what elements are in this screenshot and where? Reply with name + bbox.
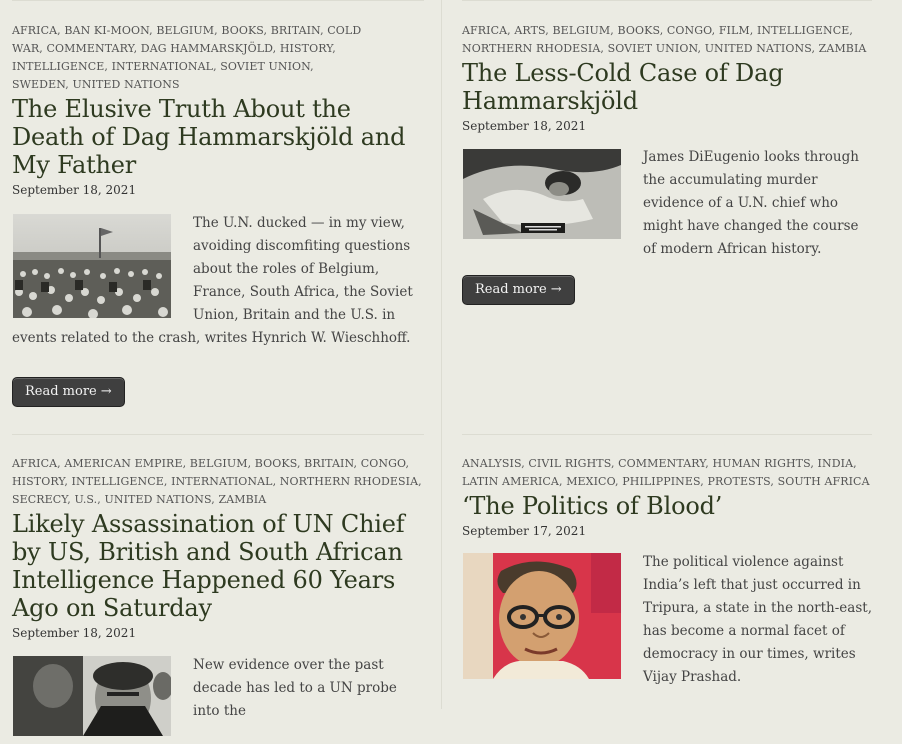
tag-link[interactable]: Books — [221, 24, 263, 37]
tag-link[interactable]: Zambia — [819, 42, 867, 55]
tag-link[interactable]: India — [818, 457, 854, 470]
article-excerpt-block: James DiEugenio looks through the accumu… — [462, 146, 872, 261]
tag-link[interactable]: Ban Ki-moon — [64, 24, 149, 37]
portrait-photo-icon — [13, 656, 173, 736]
read-more-button[interactable]: Read more → — [462, 275, 575, 305]
article-card: Africa, Arts, Belgium, Books, Congo, Fil… — [462, 22, 872, 305]
article-date: September 18, 2021 — [12, 626, 137, 640]
article-excerpt: James DiEugenio looks through the accumu… — [643, 149, 859, 257]
article-date: September 18, 2021 — [12, 183, 137, 197]
article-title[interactable]: Likely Assassination of UN Chief by US, … — [12, 510, 412, 622]
tag-link[interactable]: Human Rights — [712, 457, 810, 470]
painted-portrait-icon — [463, 553, 621, 679]
tag-link[interactable]: Britain — [271, 24, 320, 37]
crowd-photo-icon — [13, 214, 171, 319]
tag-link[interactable]: Analysis — [462, 457, 521, 470]
article-excerpt-block: New evidence over the past decade has le… — [12, 654, 424, 736]
divider — [12, 0, 424, 1]
divider — [462, 434, 872, 435]
tag-link[interactable]: Arts — [514, 24, 545, 37]
tag-link[interactable]: Commentary — [618, 457, 705, 470]
tag-link[interactable]: American Empire — [64, 457, 182, 470]
article-date: September 17, 2021 — [462, 524, 587, 538]
tag-link[interactable]: Intelligence — [72, 475, 164, 488]
tag-link[interactable]: International — [171, 475, 272, 488]
article-excerpt: The political violence against India’s l… — [643, 554, 872, 685]
divider — [12, 434, 424, 435]
tag-link[interactable]: Intelligence — [757, 24, 849, 37]
arrow-right-icon: → — [100, 384, 112, 399]
tag-list: Analysis, Civil Rights, Commentary, Huma… — [462, 457, 870, 488]
article-title[interactable]: The Less-Cold Case of Dag Hammarskjöld — [462, 59, 792, 115]
tag-link[interactable]: United Nations — [104, 493, 211, 506]
tag-list: Africa, Arts, Belgium, Books, Congo, Fil… — [462, 24, 867, 55]
tag-link[interactable]: Protests — [708, 475, 771, 488]
tag-link[interactable]: Belgium — [190, 457, 248, 470]
article-date: September 18, 2021 — [462, 119, 587, 133]
article-excerpt-block: The political violence against India’s l… — [462, 551, 872, 689]
read-more-label: Read more — [475, 282, 547, 297]
tag-list: Africa, American Empire, Belgium, Books,… — [12, 457, 422, 506]
tag-link[interactable]: Belgium — [553, 24, 611, 37]
article-card: Africa, American Empire, Belgium, Books,… — [12, 455, 424, 742]
tag-link[interactable]: South Africa — [778, 475, 870, 488]
article-excerpt: New evidence over the past decade has le… — [193, 657, 397, 719]
tag-link[interactable]: Philippines — [622, 475, 700, 488]
tag-link[interactable]: Sweden — [12, 78, 65, 91]
tag-link[interactable]: Africa — [12, 24, 57, 37]
article-thumbnail[interactable] — [13, 214, 171, 319]
tag-link[interactable]: History — [12, 475, 64, 488]
tag-link[interactable]: Africa — [462, 24, 507, 37]
tag-link[interactable]: Zambia — [218, 493, 266, 506]
tag-link[interactable]: Books — [618, 24, 660, 37]
film-still-icon — [463, 149, 621, 239]
tag-link[interactable]: Intelligence — [12, 60, 104, 73]
tag-link[interactable]: Books — [255, 457, 297, 470]
tag-link[interactable]: Secrecy — [12, 493, 67, 506]
tag-link[interactable]: Congo — [361, 457, 406, 470]
article-title[interactable]: The Elusive Truth About the Death of Dag… — [12, 95, 424, 179]
read-more-label: Read more — [25, 384, 97, 399]
article-thumbnail[interactable] — [463, 553, 621, 679]
arrow-right-icon: → — [550, 282, 562, 297]
read-more-button[interactable]: Read more → — [12, 377, 125, 407]
tag-list: Africa, Ban Ki-moon, Belgium, Books, Bri… — [12, 24, 362, 91]
tag-link[interactable]: U.S. — [74, 493, 97, 506]
tag-link[interactable]: Soviet Union — [220, 60, 310, 73]
tag-link[interactable]: Soviet Union — [608, 42, 698, 55]
article-thumbnail[interactable] — [13, 656, 173, 736]
tag-link[interactable]: International — [112, 60, 213, 73]
tag-link[interactable]: Africa — [12, 457, 57, 470]
tag-link[interactable]: Commentary — [47, 42, 134, 55]
tag-link[interactable]: Latin America — [462, 475, 559, 488]
article-card: Analysis, Civil Rights, Commentary, Huma… — [462, 455, 872, 689]
article-title[interactable]: ‘The Politics of Blood’ — [462, 492, 872, 520]
article-thumbnail[interactable] — [463, 149, 621, 239]
tag-link[interactable]: United Nations — [72, 78, 179, 91]
tag-link[interactable]: Northern Rhodesia — [462, 42, 600, 55]
tag-link[interactable]: Mexico — [566, 475, 615, 488]
tag-link[interactable]: Civil Rights — [528, 457, 611, 470]
divider — [462, 0, 872, 1]
article-excerpt-block: The U.N. ducked — in my view, avoiding d… — [12, 212, 424, 350]
tag-link[interactable]: Britain — [304, 457, 353, 470]
tag-link[interactable]: United Nations — [705, 42, 812, 55]
tag-link[interactable]: Film — [719, 24, 750, 37]
tag-link[interactable]: Belgium — [156, 24, 214, 37]
tag-link[interactable]: Dag Hammarskjöld — [141, 42, 273, 55]
article-card: Africa, Ban Ki-moon, Belgium, Books, Bri… — [12, 22, 424, 407]
tag-link[interactable]: Congo — [667, 24, 712, 37]
tag-link[interactable]: History — [280, 42, 332, 55]
tag-link[interactable]: Northern Rhodesia — [280, 475, 418, 488]
column-divider — [441, 0, 442, 709]
